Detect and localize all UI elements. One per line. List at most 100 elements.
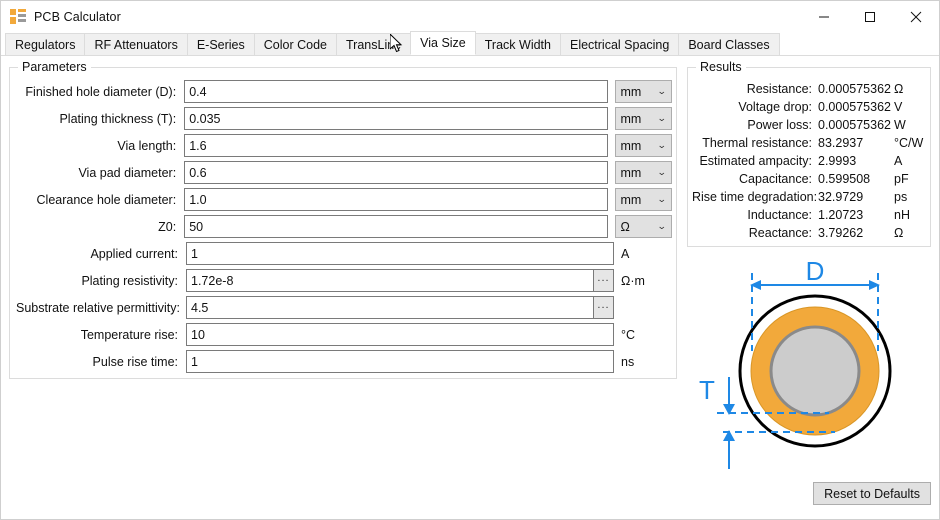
- result-value: 1.20723: [818, 208, 894, 222]
- chevron-down-icon: ⌄: [657, 221, 667, 232]
- tab-label: RF Attenuators: [94, 38, 177, 52]
- parameter-unit: A: [621, 247, 629, 261]
- chevron-down-icon: ⌄: [657, 140, 667, 151]
- title-bar: PCB Calculator: [1, 1, 939, 32]
- result-row: Estimated ampacity:2.9993A: [692, 152, 928, 170]
- parameter-label: Finished hole diameter (D):: [16, 85, 184, 99]
- tab-regulators[interactable]: Regulators: [5, 33, 85, 55]
- calculator-icon: [10, 9, 26, 25]
- unit-select[interactable]: mm ⌄: [615, 80, 672, 103]
- parameter-input[interactable]: [184, 134, 607, 157]
- result-unit: Ω: [894, 226, 928, 240]
- result-unit: °C/W: [894, 136, 928, 150]
- parameter-row: Applied current: A: [16, 242, 672, 265]
- result-row: Inductance:1.20723nH: [692, 206, 928, 224]
- result-unit: V: [894, 100, 928, 114]
- parameter-input[interactable]: [186, 296, 594, 319]
- result-unit: A: [894, 154, 928, 168]
- parameter-row: Pulse rise time: ns: [16, 350, 672, 373]
- parameter-input[interactable]: [184, 215, 607, 238]
- parameters-group-title: Parameters: [18, 60, 91, 74]
- parameter-input[interactable]: [184, 161, 607, 184]
- minimize-button[interactable]: [801, 1, 847, 32]
- parameter-row: Temperature rise:°C: [16, 323, 672, 346]
- tab-board-classes[interactable]: Board Classes: [678, 33, 779, 55]
- result-unit: W: [894, 118, 928, 132]
- unit-select[interactable]: Ω⌄: [615, 215, 672, 238]
- tab-via-size[interactable]: Via Size: [410, 31, 476, 55]
- chevron-down-icon: ⌄: [657, 86, 667, 97]
- tab-label: Color Code: [264, 38, 327, 52]
- parameter-row: Z0:Ω⌄: [16, 215, 672, 238]
- parameter-label: Plating resistivity:: [16, 274, 186, 288]
- tab-e-series[interactable]: E-Series: [187, 33, 255, 55]
- tab-label: Board Classes: [688, 38, 769, 52]
- result-value: 0.000575362: [818, 100, 894, 114]
- result-row: Capacitance:0.599508pF: [692, 170, 928, 188]
- unit-select[interactable]: mm ⌄: [615, 188, 672, 211]
- tab-label: Track Width: [485, 38, 551, 52]
- parameter-row: Substrate relative permittivity:...: [16, 296, 672, 319]
- parameter-label: Applied current:: [16, 247, 186, 261]
- result-row: Reactance:3.79262Ω: [692, 224, 928, 242]
- result-label: Inductance:: [692, 208, 818, 222]
- unit-select-value: mm: [621, 85, 642, 99]
- result-label: Thermal resistance:: [692, 136, 818, 150]
- result-label: Power loss:: [692, 118, 818, 132]
- result-label: Reactance:: [692, 226, 818, 240]
- parameter-input[interactable]: [186, 242, 614, 265]
- unit-select-value: Ω: [621, 220, 630, 234]
- chevron-down-icon: ⌄: [657, 167, 667, 178]
- result-value: 32.9729: [818, 190, 894, 204]
- tab-color-code[interactable]: Color Code: [254, 33, 337, 55]
- parameters-group: Parameters Finished hole diameter (D):mm…: [9, 67, 677, 379]
- result-value: 0.599508: [818, 172, 894, 186]
- parameter-label: Temperature rise:: [16, 328, 186, 342]
- result-unit: pF: [894, 172, 928, 186]
- tab-track-width[interactable]: Track Width: [475, 33, 561, 55]
- results-group: Results Resistance:0.000575362ΩVoltage d…: [687, 67, 931, 247]
- tab-rf-attenuators[interactable]: RF Attenuators: [84, 33, 187, 55]
- tab-electrical-spacing[interactable]: Electrical Spacing: [560, 33, 679, 55]
- result-value: 83.2937: [818, 136, 894, 150]
- unit-select[interactable]: mm⌄: [615, 161, 672, 184]
- unit-select[interactable]: mm ⌄: [615, 107, 672, 130]
- parameter-input[interactable]: [186, 350, 614, 373]
- result-label: Rise time degradation:: [692, 190, 818, 204]
- parameter-row: Via pad diameter:mm⌄: [16, 161, 672, 184]
- close-button[interactable]: [893, 1, 939, 32]
- parameter-input[interactable]: [184, 107, 607, 130]
- parameter-label: Via length:: [16, 139, 184, 153]
- window-controls: [801, 1, 939, 32]
- parameter-input[interactable]: [184, 80, 607, 103]
- result-row: Rise time degradation:32.9729ps: [692, 188, 928, 206]
- parameter-row: Via length: mm⌄: [16, 134, 672, 157]
- parameter-unit: Ω·m: [621, 274, 645, 288]
- parameter-input[interactable]: [186, 269, 594, 292]
- parameter-input[interactable]: [184, 188, 607, 211]
- result-row: Resistance:0.000575362Ω: [692, 80, 928, 98]
- parameter-label: Clearance hole diameter:: [16, 193, 184, 207]
- reset-to-defaults-button[interactable]: Reset to Defaults: [813, 482, 931, 505]
- browse-ellipsis-button[interactable]: ...: [594, 296, 614, 319]
- parameter-label: Pulse rise time:: [16, 355, 186, 369]
- parameter-input[interactable]: [186, 323, 614, 346]
- parameter-unit: ns: [621, 355, 634, 369]
- results-group-title: Results: [696, 60, 746, 74]
- result-label: Capacitance:: [692, 172, 818, 186]
- chevron-down-icon: ⌄: [657, 113, 667, 124]
- result-value: 0.000575362: [818, 118, 894, 132]
- chevron-down-icon: ⌄: [657, 194, 667, 205]
- parameter-label: Z0:: [16, 220, 184, 234]
- parameter-row: Plating resistivity:... Ω·m: [16, 269, 672, 292]
- pcb-calculator-window: PCB Calculator Regulators RF Attenuators E…: [0, 0, 940, 520]
- unit-select-value: mm: [621, 193, 642, 207]
- result-label: Voltage drop:: [692, 100, 818, 114]
- window-title: PCB Calculator: [34, 10, 121, 24]
- mouse-cursor: [390, 34, 404, 54]
- browse-ellipsis-button[interactable]: ...: [594, 269, 614, 292]
- via-cross-section-diagram: D T: [687, 259, 931, 477]
- maximize-button[interactable]: [847, 1, 893, 32]
- unit-select-value: mm: [621, 112, 642, 126]
- unit-select[interactable]: mm⌄: [615, 134, 672, 157]
